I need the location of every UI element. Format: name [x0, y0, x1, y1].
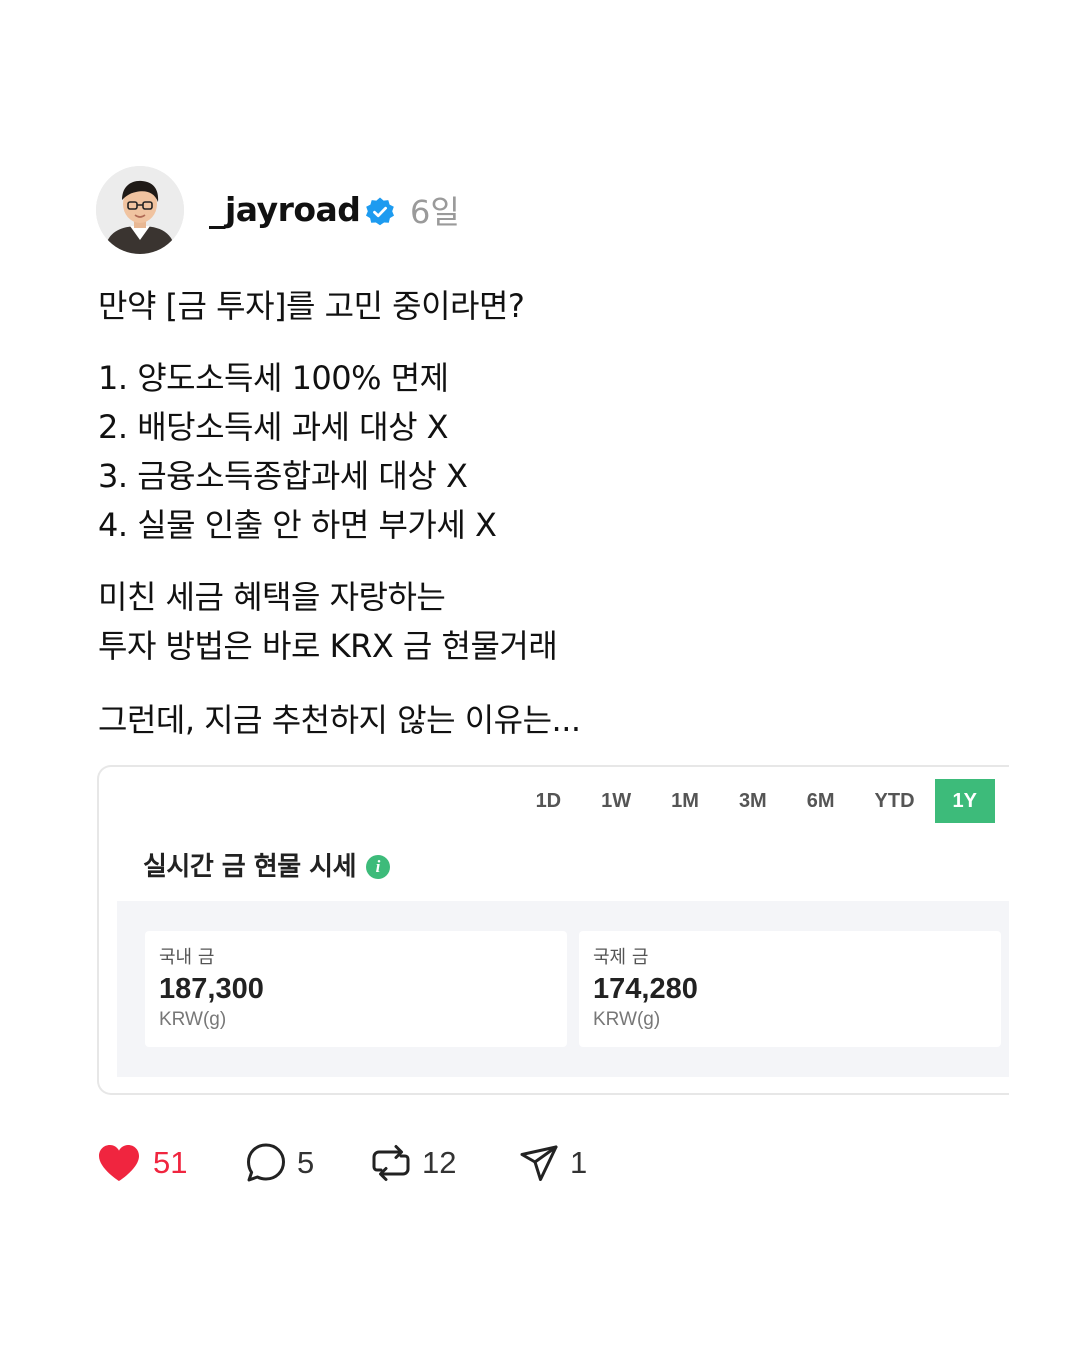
repost-count: 12 — [422, 1145, 457, 1180]
post-line: 만약 [금 투자]를 고민 중이라면? — [98, 287, 525, 325]
like-count: 51 — [153, 1145, 188, 1180]
heart-icon — [99, 1145, 139, 1181]
post-line: 미친 세금 혜택을 자랑하는 — [98, 578, 446, 616]
comment-count: 5 — [297, 1145, 315, 1180]
post-line: 1. 양도소득세 100% 면제 — [98, 359, 449, 397]
post-line: 그런데, 지금 추천하지 않는 이유는... — [98, 701, 581, 739]
range-tab-1y[interactable]: 1Y — [934, 779, 995, 823]
price-label: 국내 금 — [159, 947, 215, 968]
price-unit: KRW(g) — [159, 1009, 227, 1030]
username[interactable]: _jayroad — [209, 188, 361, 232]
price-unit: KRW(g) — [593, 1009, 661, 1030]
avatar[interactable] — [96, 166, 184, 254]
verified-badge-icon — [366, 197, 394, 226]
comment-bubble-icon — [247, 1143, 285, 1182]
avatar-illustration — [96, 166, 184, 254]
info-icon[interactable]: i — [366, 855, 390, 879]
repost-icon — [372, 1145, 410, 1181]
post-line: 투자 방법은 바로 KRX 금 현물거래 — [98, 627, 558, 665]
post-paragraph-1: 만약 [금 투자]를 고민 중이라면? — [98, 282, 525, 331]
share-count: 1 — [570, 1145, 588, 1180]
card-title: 실시간 금 현물 시세 — [143, 852, 357, 882]
post-line: 2. 배당소득세 과세 대상 X — [98, 408, 449, 446]
range-tab-3m[interactable]: 3M — [719, 779, 787, 823]
embedded-image-card[interactable]: 1D 1W 1M 3M 6M YTD 1Y 실시간 금 현물 시세 i 국내 금… — [97, 765, 1009, 1095]
domestic-gold-price: 국내 금 187,300 KRW(g) — [145, 931, 567, 1047]
price-value: 174,280 — [593, 973, 698, 1005]
price-panel: 국내 금 187,300 KRW(g) 국제 금 174,280 KRW(g) — [117, 901, 1009, 1077]
range-tab-1d[interactable]: 1D — [516, 779, 582, 823]
post-time: 6일 — [410, 193, 460, 231]
international-gold-price: 국제 금 174,280 KRW(g) — [579, 931, 1001, 1047]
range-tab-6m[interactable]: 6M — [787, 779, 855, 823]
price-label: 국제 금 — [593, 947, 649, 968]
price-value: 187,300 — [159, 973, 264, 1005]
range-tab-bar: 1D 1W 1M 3M 6M YTD 1Y — [516, 779, 995, 823]
post-paragraph-2: 1. 양도소득세 100% 면제 2. 배당소득세 과세 대상 X 3. 금융소… — [98, 354, 497, 550]
post-line: 4. 실물 인출 안 하면 부가세 X — [98, 506, 497, 544]
post-line: 3. 금융소득종합과세 대상 X — [98, 457, 468, 495]
range-tab-ytd[interactable]: YTD — [855, 779, 935, 823]
share-button[interactable]: 1 — [518, 1140, 587, 1186]
post-paragraph-3: 미친 세금 혜택을 자랑하는 투자 방법은 바로 KRX 금 현물거래 — [98, 573, 558, 671]
like-button[interactable]: 51 — [97, 1140, 187, 1186]
range-tab-1m[interactable]: 1M — [651, 779, 719, 823]
post-paragraph-4: 그런데, 지금 추천하지 않는 이유는... — [98, 696, 581, 745]
paper-plane-icon — [520, 1145, 558, 1181]
comment-button[interactable]: 5 — [245, 1140, 314, 1186]
repost-button[interactable]: 12 — [370, 1140, 456, 1186]
range-tab-1w[interactable]: 1W — [581, 779, 651, 823]
